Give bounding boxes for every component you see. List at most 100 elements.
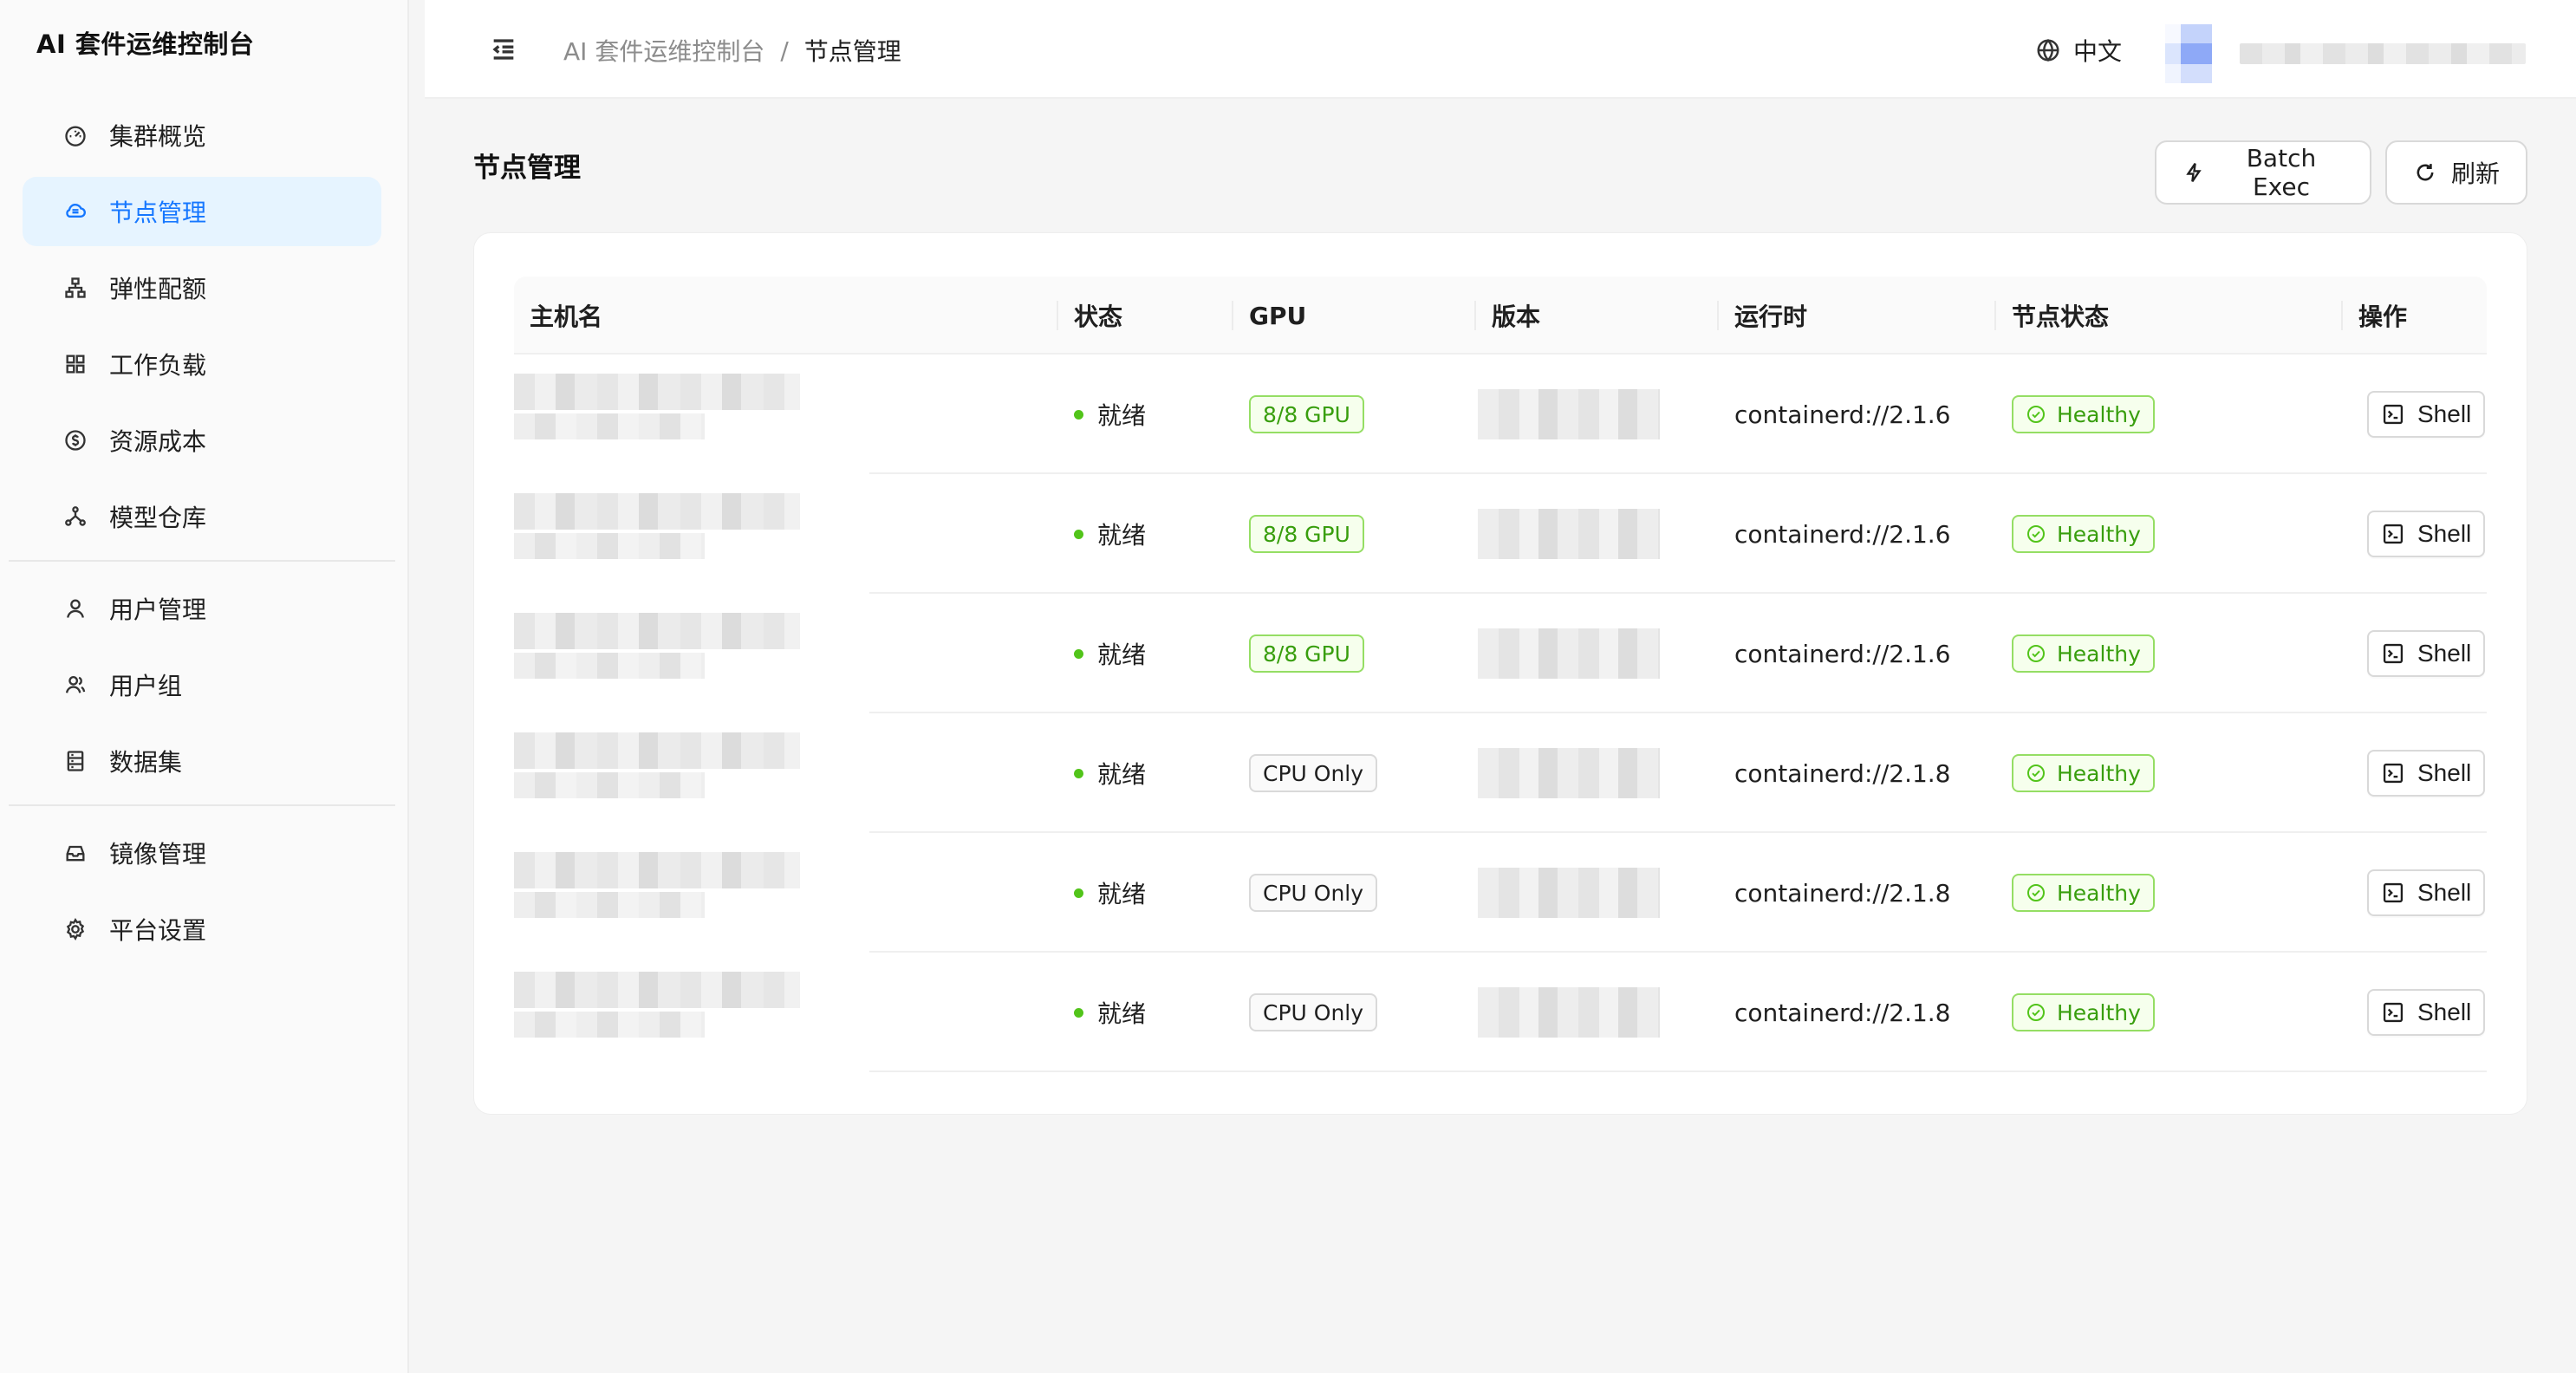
sidebar-item-datasets[interactable]: 数据集 (23, 726, 381, 796)
sidebar-item-user-groups[interactable]: 用户组 (23, 650, 381, 719)
shell-button[interactable]: Shell (2367, 391, 2486, 438)
status-dot-icon (1074, 888, 1083, 898)
table-header: 主机名 状态 GPU 版本 运行时 节点状态 操作 (514, 277, 2487, 355)
actions-cell: Shell (2367, 713, 2486, 833)
health-text: Healthy (2057, 999, 2141, 1025)
version-redacted (1478, 628, 1660, 679)
runtime-cell: containerd://2.1.8 (1734, 713, 1951, 833)
health-badge: Healthy (2012, 874, 2155, 912)
status-text: 就绪 (1097, 880, 1147, 908)
user-name-redacted[interactable] (2240, 43, 2526, 64)
status-dot-icon (1074, 529, 1083, 539)
dashboard-icon (62, 122, 88, 148)
version-cell (1478, 355, 1660, 474)
sidebar-item-label: 用户组 (109, 672, 183, 700)
version-redacted (1478, 748, 1660, 798)
shell-button[interactable]: Shell (2367, 989, 2486, 1036)
terminal-icon (2383, 1002, 2404, 1023)
status-cell: 就绪 (1074, 355, 1146, 474)
health-cell: Healthy (2012, 713, 2155, 833)
breadcrumb-root[interactable]: AI 套件运维控制台 (563, 33, 764, 68)
avatar[interactable] (2165, 24, 2212, 83)
thunderbolt-icon (2186, 163, 2202, 182)
sidebar-divider (9, 804, 395, 806)
health-badge: Healthy (2012, 515, 2155, 553)
version-redacted (1478, 509, 1660, 559)
actions-cell: Shell (2367, 594, 2486, 713)
runtime-cell: containerd://2.1.8 (1734, 833, 1951, 953)
terminal-icon (2383, 643, 2404, 664)
refresh-button[interactable]: 刷新 (2385, 140, 2527, 205)
sidebar-item-node-management[interactable]: 节点管理 (23, 177, 381, 246)
language-switcher[interactable]: 中文 (2035, 33, 2122, 68)
user-icon (62, 595, 88, 621)
hostname-redacted (514, 852, 861, 934)
terminal-icon (2383, 524, 2404, 544)
sidebar-item-label: 节点管理 (109, 198, 207, 227)
share-nodes-icon (62, 504, 88, 530)
terminal-icon (2383, 882, 2404, 903)
sidebar-nav: 集群概览 节点管理 弹性配额 工作负载 资源成本 模型仓库 用户管理 用户组 数… (9, 101, 395, 971)
status-text: 就绪 (1097, 401, 1147, 430)
check-circle-icon (2027, 406, 2045, 423)
globe-icon (2037, 38, 2059, 62)
sidebar-item-label: 模型仓库 (109, 504, 207, 532)
table-row: 就绪 8/8 GPU containerd://2.1.6 Healthy Sh… (514, 355, 2487, 474)
health-cell: Healthy (2012, 594, 2155, 713)
sidebar-item-label: 镜像管理 (109, 840, 207, 869)
sidebar-item-resource-cost[interactable]: 资源成本 (23, 406, 381, 475)
hostname-redacted (514, 972, 861, 1053)
check-circle-icon (2027, 765, 2045, 782)
sidebar-item-user-management[interactable]: 用户管理 (23, 574, 381, 643)
menu-fold-icon[interactable] (489, 35, 518, 64)
table-body: 就绪 8/8 GPU containerd://2.1.6 Healthy Sh… (514, 355, 2487, 1072)
status-dot-icon (1074, 409, 1083, 420)
runtime-text: containerd://2.1.6 (1734, 519, 1951, 549)
sidebar-item-model-registry[interactable]: 模型仓库 (23, 482, 381, 551)
reload-icon (2417, 164, 2434, 181)
usergroup-icon (62, 672, 88, 698)
status-text: 就绪 (1097, 641, 1147, 669)
status-dot-icon (1074, 768, 1083, 778)
health-badge: Healthy (2012, 754, 2155, 792)
batch-exec-button[interactable]: Batch Exec (2155, 140, 2371, 205)
health-cell: Healthy (2012, 474, 2155, 594)
shell-button[interactable]: Shell (2367, 630, 2486, 677)
hostname-redacted (514, 732, 861, 814)
breadcrumb-separator: / (780, 36, 789, 65)
shell-button[interactable]: Shell (2367, 511, 2486, 557)
inbox-icon (62, 840, 88, 866)
sidebar-item-label: 工作负载 (109, 351, 207, 380)
shell-button[interactable]: Shell (2367, 750, 2486, 797)
sidebar-divider (9, 560, 395, 562)
page-title: 节点管理 (473, 153, 581, 184)
sidebar-item-image-management[interactable]: 镜像管理 (23, 818, 381, 888)
health-text: Healthy (2057, 880, 2141, 906)
nodes-card: 主机名 状态 GPU 版本 运行时 节点状态 操作 就绪 8/8 GPU con… (473, 232, 2527, 1115)
shell-label: Shell (2417, 640, 2472, 667)
gpu-tag: 8/8 GPU (1249, 395, 1364, 433)
actions-cell: Shell (2367, 833, 2486, 953)
breadcrumb: AI 套件运维控制台 / 节点管理 (563, 33, 901, 68)
check-circle-icon (2027, 645, 2045, 662)
version-cell (1478, 713, 1660, 833)
shell-label: Shell (2417, 999, 2472, 1025)
table-row: 就绪 CPU Only containerd://2.1.8 Healthy S… (514, 713, 2487, 833)
gpu-tag: 8/8 GPU (1249, 515, 1364, 553)
version-cell (1478, 594, 1660, 713)
batch-exec-label: Batch Exec (2246, 144, 2317, 201)
sidebar-item-elastic-quota[interactable]: 弹性配额 (23, 253, 381, 322)
runtime-cell: containerd://2.1.6 (1734, 474, 1951, 594)
version-cell (1478, 833, 1660, 953)
version-cell (1478, 953, 1660, 1072)
sidebar-item-workloads[interactable]: 工作负载 (23, 329, 381, 399)
status-cell: 就绪 (1074, 594, 1146, 713)
sidebar-item-cluster-overview[interactable]: 集群概览 (23, 101, 381, 170)
shell-button[interactable]: Shell (2367, 869, 2486, 916)
table-row: 就绪 CPU Only containerd://2.1.8 Healthy S… (514, 833, 2487, 953)
sidebar-item-platform-settings[interactable]: 平台设置 (23, 895, 381, 964)
status-text: 就绪 (1097, 521, 1147, 550)
gpu-cell: 8/8 GPU (1249, 474, 1364, 594)
gpu-tag: CPU Only (1249, 874, 1378, 912)
gpu-tag: CPU Only (1249, 993, 1378, 1031)
